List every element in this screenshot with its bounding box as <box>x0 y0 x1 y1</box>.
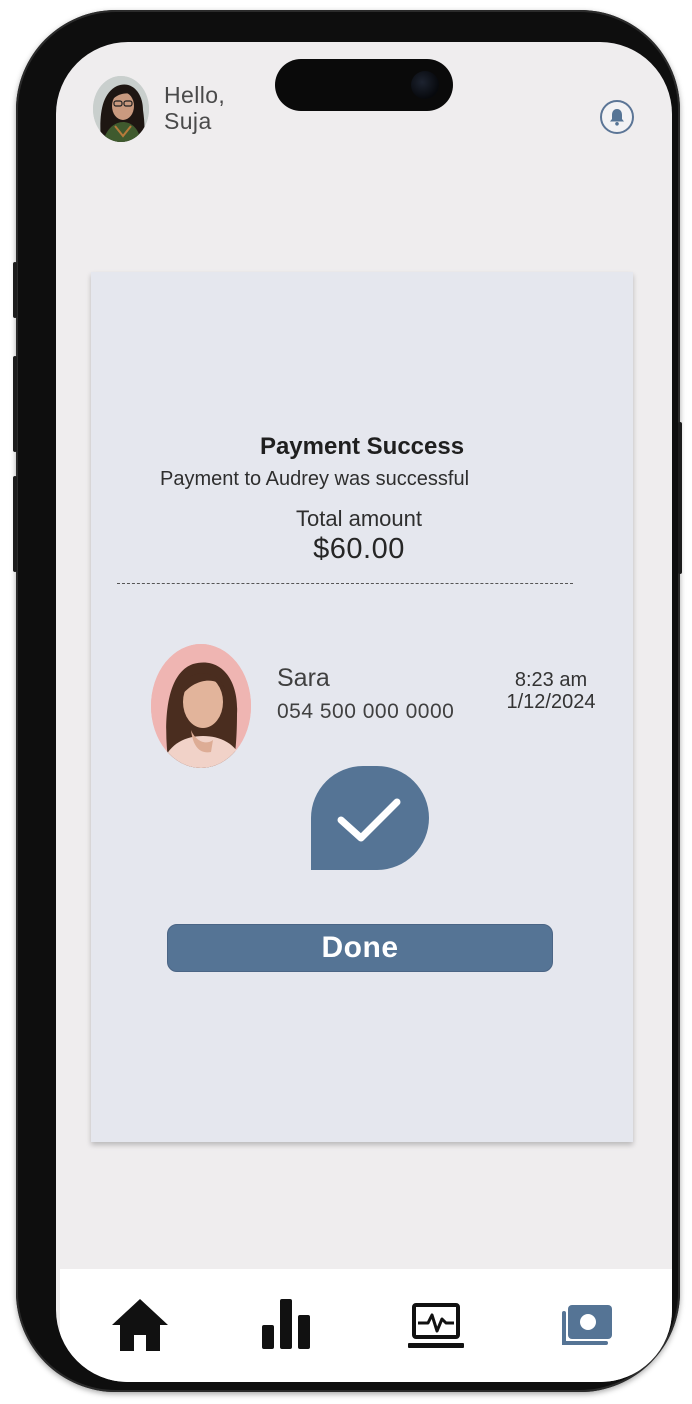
tab-home[interactable] <box>110 1295 170 1355</box>
phone-frame: Hello, Suja Payment Success Payment to A… <box>13 10 682 1392</box>
bottom-tab-bar <box>60 1269 672 1382</box>
payee-avatar <box>151 644 251 768</box>
app-screen: Hello, Suja Payment Success Payment to A… <box>56 42 672 1382</box>
bar-chart-icon <box>262 1299 310 1349</box>
user-name: Suja <box>164 108 212 134</box>
payee-phone: 054 500 000 0000 <box>277 700 455 723</box>
user-avatar[interactable] <box>93 76 149 142</box>
payment-message: Payment to Audrey was successful <box>160 468 470 490</box>
dynamic-island <box>275 59 453 111</box>
total-amount-value: $60.00 <box>313 533 405 565</box>
tab-statistics[interactable] <box>256 1295 316 1355</box>
front-camera-icon <box>411 71 439 99</box>
greeting-text: Hello, <box>164 82 226 108</box>
payee-photo <box>151 644 251 768</box>
success-badge <box>311 766 429 870</box>
side-button <box>678 422 682 574</box>
payment-title: Payment Success <box>259 433 465 460</box>
activity-monitor-icon <box>408 1303 464 1348</box>
notification-button[interactable] <box>600 100 634 134</box>
side-button <box>13 476 17 572</box>
wallet-icon <box>562 1305 612 1345</box>
done-button[interactable]: Done <box>167 924 553 972</box>
checkmark-icon <box>337 798 401 842</box>
payee-name: Sara <box>277 664 330 692</box>
side-button <box>13 262 17 318</box>
payment-receipt-card: Payment Success Payment to Audrey was su… <box>91 272 633 1142</box>
bell-icon <box>610 109 624 126</box>
payment-time: 8:23 am <box>514 669 588 691</box>
total-amount-label: Total amount <box>296 506 422 531</box>
side-button <box>13 356 17 452</box>
tab-activity[interactable] <box>406 1295 466 1355</box>
payment-date: 1/12/2024 <box>506 691 596 713</box>
user-photo <box>93 76 149 142</box>
dashed-divider <box>117 583 573 584</box>
greeting: Hello, Suja <box>164 82 225 134</box>
home-icon <box>112 1299 168 1351</box>
tab-wallet[interactable] <box>558 1295 618 1355</box>
